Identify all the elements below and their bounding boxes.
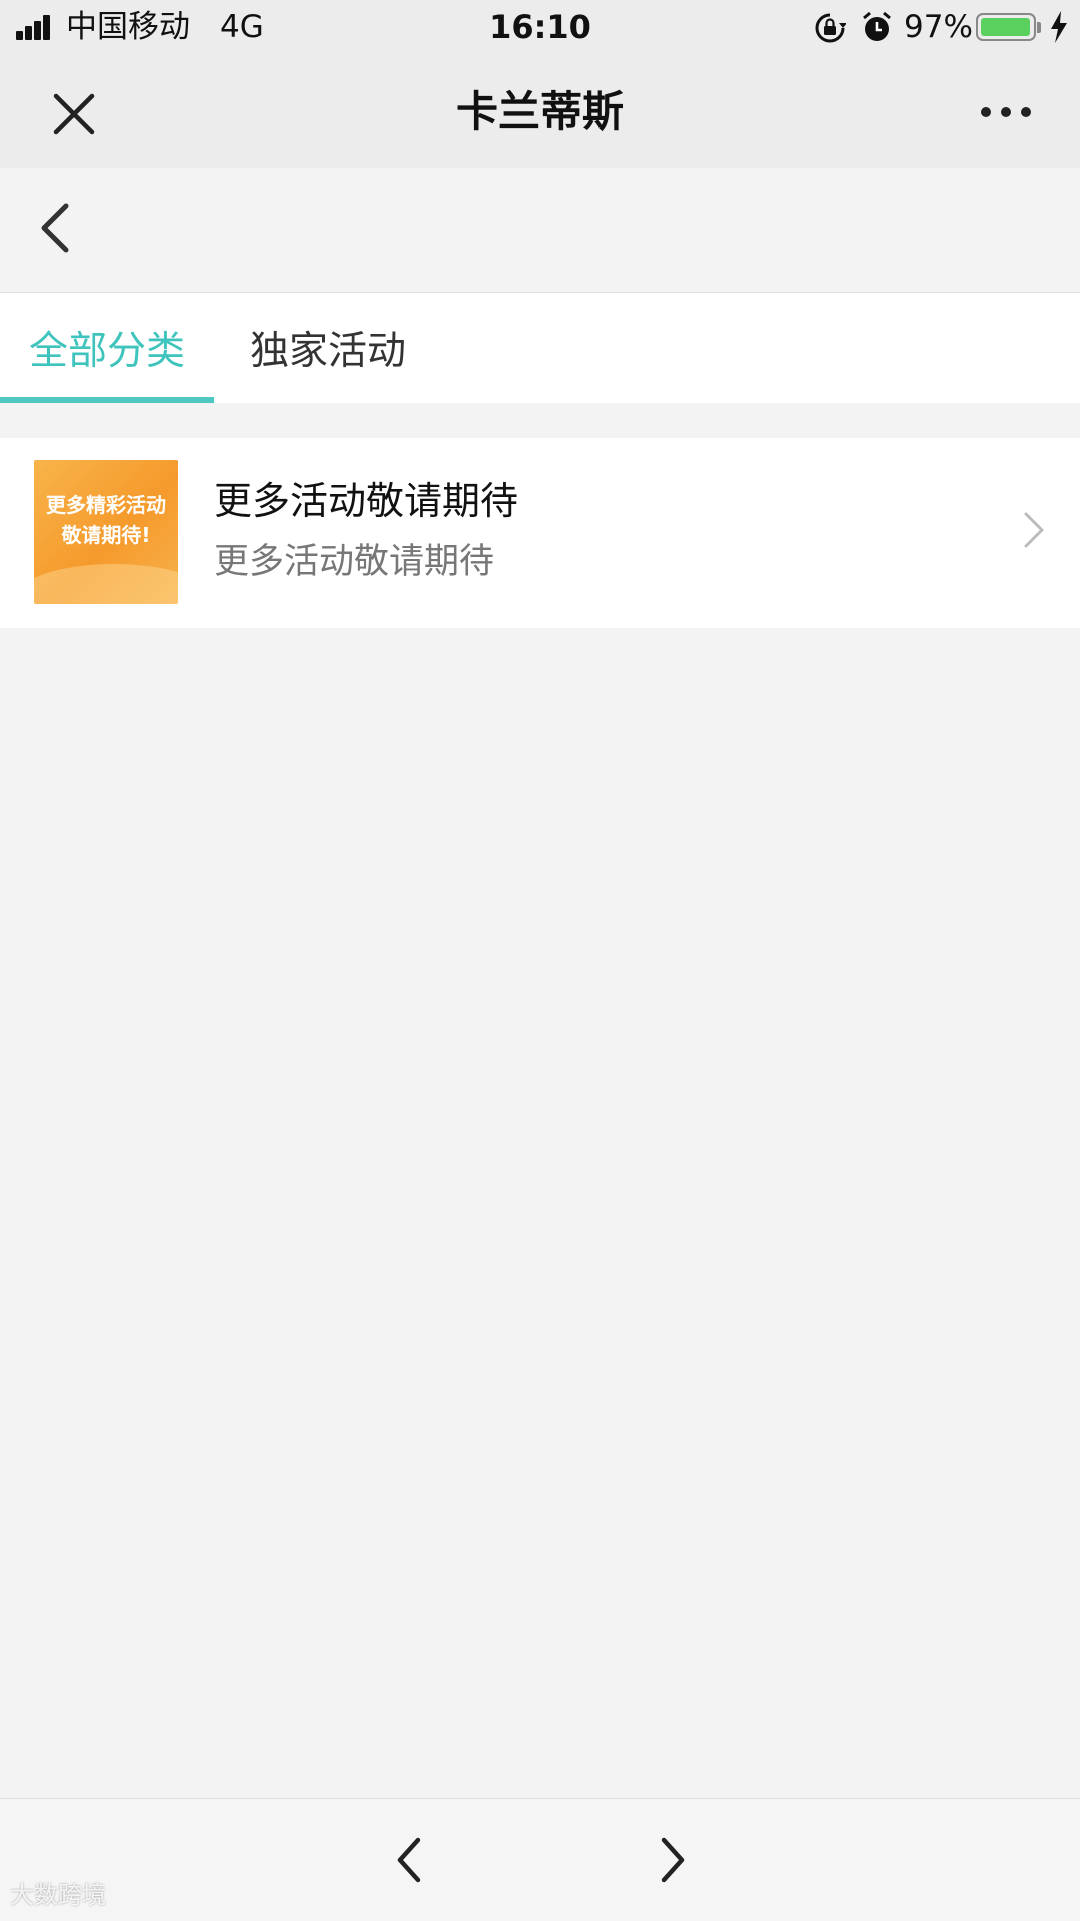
- browser-forward-icon[interactable]: [652, 1834, 692, 1886]
- orientation-lock-icon: [815, 13, 846, 43]
- tab-exclusive-activities[interactable]: 独家活动: [250, 293, 406, 403]
- list-item-subtitle: 更多活动敬请期待: [214, 542, 495, 582]
- thumbnail-text-line: 更多精彩活动: [46, 493, 166, 517]
- watermark: 大数跨境: [10, 1881, 106, 1909]
- back-row: [0, 168, 1080, 293]
- battery-icon: [976, 13, 1036, 41]
- bottom-toolbar: [0, 1798, 1080, 1921]
- battery-percent: 97%: [904, 9, 973, 45]
- thumbnail-wave: [34, 564, 178, 604]
- browser-back-icon[interactable]: [390, 1834, 430, 1886]
- more-dots-icon[interactable]: [976, 92, 1036, 132]
- active-tab-indicator: [0, 397, 214, 403]
- list-item-title[interactable]: 更多活动敬请期待: [214, 476, 518, 526]
- thumbnail-text-line: 敬请期待!: [61, 523, 151, 547]
- activity-thumbnail[interactable]: 更多精彩活动 敬请期待!: [34, 460, 178, 604]
- thumbnail-text: 更多精彩活动 敬请期待!: [34, 490, 178, 550]
- tab-all-categories[interactable]: 全部分类: [0, 293, 214, 403]
- chevron-right-icon[interactable]: [1022, 508, 1046, 552]
- battery-fill: [981, 18, 1030, 36]
- alarm-icon: [863, 11, 891, 41]
- chevron-left-icon[interactable]: [32, 196, 80, 260]
- charging-bolt-icon: [1051, 11, 1067, 43]
- page-title: 卡兰蒂斯: [455, 87, 624, 136]
- battery-tip: [1037, 22, 1041, 33]
